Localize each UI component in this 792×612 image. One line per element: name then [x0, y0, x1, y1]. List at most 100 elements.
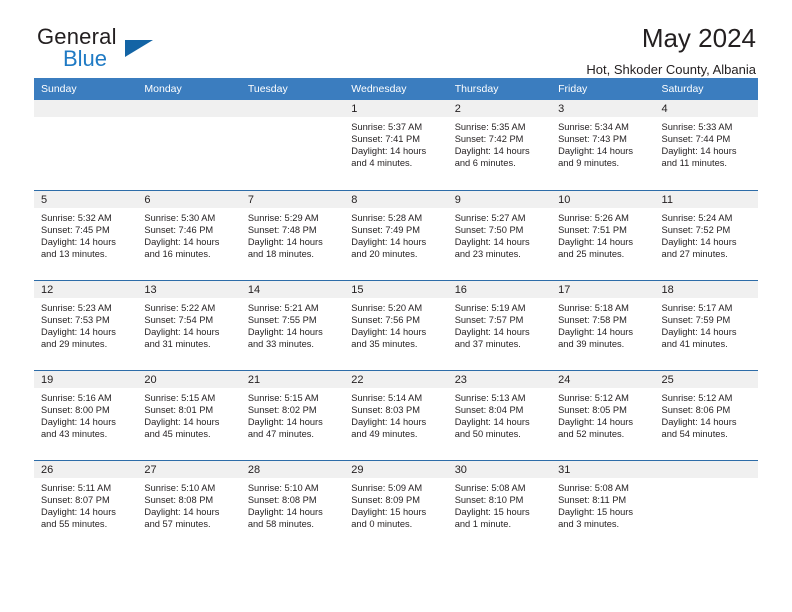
daylight-duration-line1: Daylight: 14 hours: [41, 236, 116, 247]
daylight-duration-line2: and 27 minutes.: [661, 248, 728, 259]
calendar-day-cell[interactable]: 5 Sunrise: 5:32 AM Sunset: 7:45 PM Daylight…: [34, 189, 138, 280]
day-number: 16: [447, 280, 552, 298]
day-details: Sunrise: 5:35 AM Sunset: 7:42 PM Daylight:…: [448, 117, 551, 169]
sunset-time: Sunset: 8:04 PM: [454, 404, 524, 415]
sunset-time: Sunset: 7:43 PM: [558, 134, 627, 145]
day-number: 21: [240, 370, 345, 388]
daylight-duration-line2: and 39 minutes.: [558, 338, 625, 349]
calendar-day-cell[interactable]: 26 Sunrise: 5:11 AM Sunset: 8:07 PM Dayligh…: [34, 459, 138, 550]
day-details: Sunrise: 5:08 AM Sunset: 8:11 PM Daylight:…: [551, 478, 654, 530]
calendar-day-cell[interactable]: 25 Sunrise: 5:12 AM Sunset: 8:06 PM Dayligh…: [654, 369, 758, 460]
calendar-day-cell[interactable]: 28 Sunrise: 5:10 AM Sunset: 8:08 PM Dayligh…: [240, 459, 345, 550]
calendar-day-cell[interactable]: 29 Sunrise: 5:09 AM Sunset: 8:09 PM Dayligh…: [344, 459, 448, 550]
sunrise-time: Sunrise: 5:10 AM: [144, 482, 216, 493]
day-details: Sunrise: 5:10 AM Sunset: 8:08 PM Daylight:…: [137, 478, 240, 530]
calendar-day-cell[interactable]: 2 Sunrise: 5:35 AM Sunset: 7:42 PM Daylight…: [447, 100, 552, 190]
calendar-day-cell[interactable]: 10 Sunrise: 5:26 AM Sunset: 7:51 PM Dayligh…: [551, 189, 655, 280]
calendar-day-cell[interactable]: 4 Sunrise: 5:33 AM Sunset: 7:44 PM Daylight…: [654, 100, 758, 190]
daylight-duration-line1: Daylight: 14 hours: [41, 326, 116, 337]
calendar-day-cell[interactable]: 11 Sunrise: 5:24 AM Sunset: 7:52 PM Dayligh…: [654, 189, 758, 280]
calendar-day-cell[interactable]: 7 Sunrise: 5:29 AM Sunset: 7:48 PM Daylight…: [240, 189, 345, 280]
sunrise-time: Sunrise: 5:17 AM: [661, 302, 733, 313]
daylight-duration-line2: and 6 minutes.: [454, 158, 516, 169]
day-number: [240, 100, 345, 117]
daylight-duration-line1: Daylight: 14 hours: [247, 416, 323, 427]
daylight-duration-line2: and 43 minutes.: [41, 428, 108, 439]
day-details: [34, 117, 137, 122]
calendar-day-cell[interactable]: 17 Sunrise: 5:18 AM Sunset: 7:58 PM Dayligh…: [551, 279, 655, 370]
daylight-duration-line1: Daylight: 14 hours: [247, 326, 323, 337]
logo-triangle-icon: [125, 40, 153, 57]
calendar-day-cell[interactable]: 18 Sunrise: 5:17 AM Sunset: 7:59 PM Dayligh…: [654, 279, 758, 370]
sunrise-time: Sunrise: 5:27 AM: [454, 212, 526, 223]
day-number: 22: [344, 370, 448, 388]
calendar-day-cell-empty: [137, 100, 241, 190]
title-block: May 2024 Hot, Shkoder County, Albania: [586, 22, 756, 80]
daylight-duration-line1: Daylight: 14 hours: [41, 506, 116, 517]
calendar-day-cell[interactable]: 13 Sunrise: 5:22 AM Sunset: 7:54 PM Dayligh…: [137, 279, 241, 370]
daylight-duration-line2: and 29 minutes.: [41, 338, 108, 349]
calendar-week-row: 1 Sunrise: 5:37 AM Sunset: 7:41 PM Daylight…: [34, 100, 758, 190]
calendar-day-cell[interactable]: 6 Sunrise: 5:30 AM Sunset: 7:46 PM Daylight…: [137, 189, 241, 280]
calendar-day-cell[interactable]: 3 Sunrise: 5:34 AM Sunset: 7:43 PM Daylight…: [551, 100, 655, 190]
day-details: Sunrise: 5:27 AM Sunset: 7:50 PM Daylight:…: [448, 208, 551, 260]
daylight-duration-line2: and 57 minutes.: [144, 518, 211, 529]
daylight-duration-line2: and 13 minutes.: [41, 248, 108, 259]
daylight-duration-line2: and 37 minutes.: [454, 338, 521, 349]
day-number: 1: [344, 100, 448, 117]
daylight-duration-line1: Daylight: 14 hours: [558, 146, 634, 157]
daylight-duration-line1: Daylight: 14 hours: [144, 416, 220, 427]
day-details: Sunrise: 5:12 AM Sunset: 8:05 PM Daylight:…: [551, 388, 654, 440]
calendar-day-cell[interactable]: 1 Sunrise: 5:37 AM Sunset: 7:41 PM Daylight…: [344, 100, 448, 190]
general-blue-logo[interactable]: General Blue: [37, 26, 207, 78]
calendar-day-cell[interactable]: 23 Sunrise: 5:13 AM Sunset: 8:04 PM Dayligh…: [447, 369, 552, 460]
sunset-time: Sunset: 7:53 PM: [41, 314, 110, 325]
sunrise-time: Sunrise: 5:28 AM: [351, 212, 423, 223]
calendar-day-cell[interactable]: 8 Sunrise: 5:28 AM Sunset: 7:49 PM Daylight…: [344, 189, 448, 280]
day-details: Sunrise: 5:14 AM Sunset: 8:03 PM Daylight:…: [344, 388, 447, 440]
calendar-day-cell[interactable]: 12 Sunrise: 5:23 AM Sunset: 7:53 PM Dayligh…: [34, 279, 138, 370]
sunrise-time: Sunrise: 5:12 AM: [661, 392, 733, 403]
day-details: Sunrise: 5:10 AM Sunset: 8:08 PM Daylight:…: [241, 478, 344, 530]
sunrise-time: Sunrise: 5:15 AM: [144, 392, 216, 403]
daylight-duration-line1: Daylight: 15 hours: [351, 506, 427, 517]
day-number: [654, 460, 758, 478]
sunrise-time: Sunrise: 5:30 AM: [144, 212, 216, 223]
calendar-day-cell[interactable]: 19 Sunrise: 5:16 AM Sunset: 8:00 PM Dayligh…: [34, 369, 138, 460]
day-details: Sunrise: 5:37 AM Sunset: 7:41 PM Daylight:…: [344, 117, 447, 169]
daylight-duration-line1: Daylight: 14 hours: [351, 326, 427, 337]
day-number: [34, 100, 138, 117]
day-details: [655, 478, 758, 483]
sunrise-time: Sunrise: 5:23 AM: [41, 302, 112, 313]
day-details: Sunrise: 5:23 AM Sunset: 7:53 PM Daylight:…: [34, 298, 137, 350]
sunset-time: Sunset: 7:57 PM: [454, 314, 524, 325]
calendar-day-cell[interactable]: 31 Sunrise: 5:08 AM Sunset: 8:11 PM Dayligh…: [551, 459, 655, 550]
day-number: 8: [344, 190, 448, 208]
daylight-duration-line2: and 3 minutes.: [558, 518, 620, 529]
daylight-duration-line2: and 1 minute.: [454, 518, 512, 529]
daylight-duration-line2: and 41 minutes.: [661, 338, 728, 349]
sunset-time: Sunset: 8:07 PM: [41, 494, 110, 505]
calendar-day-cell[interactable]: 16 Sunrise: 5:19 AM Sunset: 7:57 PM Dayligh…: [447, 279, 552, 370]
day-details: Sunrise: 5:22 AM Sunset: 7:54 PM Daylight:…: [137, 298, 240, 350]
calendar-day-cell[interactable]: 14 Sunrise: 5:21 AM Sunset: 7:55 PM Dayligh…: [240, 279, 345, 370]
calendar-day-cell[interactable]: 20 Sunrise: 5:15 AM Sunset: 8:01 PM Dayligh…: [137, 369, 241, 460]
sunset-time: Sunset: 7:49 PM: [351, 224, 420, 235]
calendar-day-cell[interactable]: 22 Sunrise: 5:14 AM Sunset: 8:03 PM Dayligh…: [344, 369, 448, 460]
sunset-time: Sunset: 8:03 PM: [351, 404, 420, 415]
calendar-day-cell[interactable]: 27 Sunrise: 5:10 AM Sunset: 8:08 PM Dayligh…: [137, 459, 241, 550]
daylight-duration-line1: Daylight: 14 hours: [454, 416, 530, 427]
calendar-day-cell[interactable]: 15 Sunrise: 5:20 AM Sunset: 7:56 PM Dayligh…: [344, 279, 448, 370]
day-details: Sunrise: 5:13 AM Sunset: 8:04 PM Daylight:…: [448, 388, 551, 440]
daylight-duration-line2: and 58 minutes.: [247, 518, 314, 529]
calendar-day-cell[interactable]: 24 Sunrise: 5:12 AM Sunset: 8:05 PM Dayligh…: [551, 369, 655, 460]
daylight-duration-line1: Daylight: 14 hours: [661, 416, 737, 427]
calendar-day-cell[interactable]: 21 Sunrise: 5:15 AM Sunset: 8:02 PM Dayligh…: [240, 369, 345, 460]
daylight-duration-line2: and 45 minutes.: [144, 428, 211, 439]
page-header: General Blue May 2024 Hot, Shkoder Count…: [34, 0, 758, 77]
day-number: 13: [137, 280, 241, 298]
calendar-day-cell[interactable]: 30 Sunrise: 5:08 AM Sunset: 8:10 PM Dayligh…: [447, 459, 552, 550]
sunset-time: Sunset: 7:46 PM: [144, 224, 214, 235]
calendar-day-cell[interactable]: 9 Sunrise: 5:27 AM Sunset: 7:50 PM Daylight…: [447, 189, 552, 280]
day-details: Sunrise: 5:15 AM Sunset: 8:01 PM Daylight:…: [137, 388, 240, 440]
